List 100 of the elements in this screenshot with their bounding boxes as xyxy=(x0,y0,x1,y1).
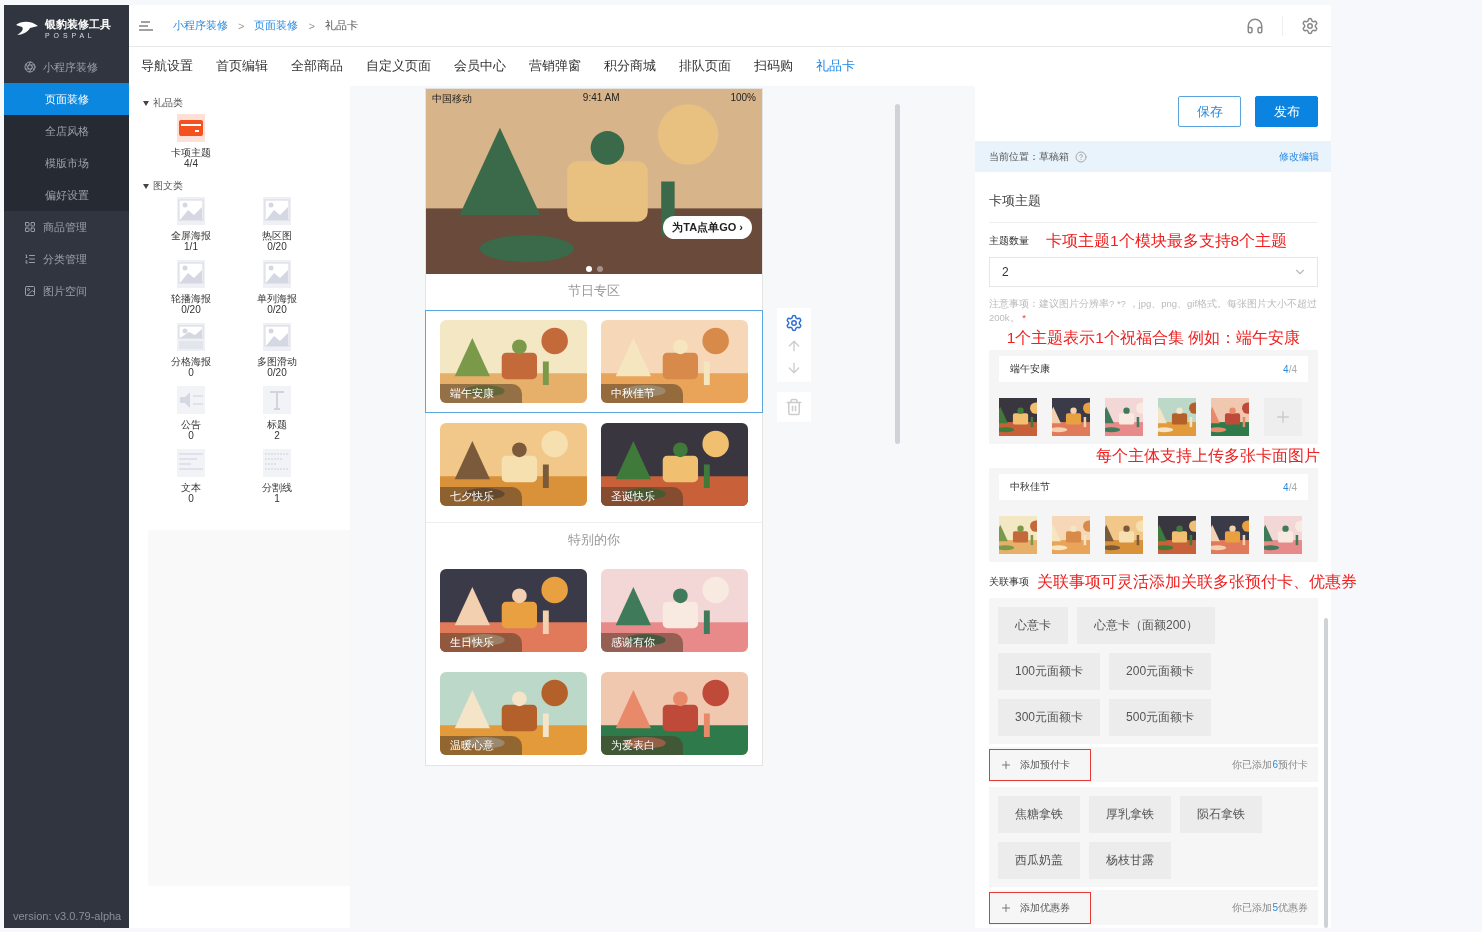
component-label[interactable]: 分割线 xyxy=(262,482,292,493)
component-label[interactable]: 全屏海报 xyxy=(171,230,211,241)
nav-tab[interactable]: 全部商品 xyxy=(291,58,343,75)
sidebar-subitem[interactable]: 模版市场 xyxy=(4,147,129,179)
breadcrumb-link[interactable]: 小程序装修 xyxy=(173,18,228,33)
breadcrumb-separator: > xyxy=(308,19,315,32)
linked-item-tag[interactable]: 100元面额卡 xyxy=(998,653,1101,690)
component-label[interactable]: 多图滑动 xyxy=(257,356,297,367)
linked-item-tag[interactable]: 200元面额卡 xyxy=(1109,653,1212,690)
nav-tab[interactable]: 排队页面 xyxy=(679,58,731,75)
card-row[interactable]: 温暖心意 为爱表白 xyxy=(425,662,763,765)
gift-card[interactable]: 七夕快乐 xyxy=(440,423,587,506)
theme-count-select[interactable]: 2 xyxy=(989,257,1318,287)
move-up-icon[interactable] xyxy=(786,338,802,354)
linked-item-tag[interactable]: 焦糖拿铁 xyxy=(998,796,1080,833)
gift-card[interactable]: 端午安康 xyxy=(440,320,587,403)
annotation-text: 每个主体支持上传多张卡面图片 xyxy=(1096,446,1320,466)
nav-tab[interactable]: 积分商城 xyxy=(604,58,656,75)
card-label: 七夕快乐 xyxy=(440,487,522,506)
component-label[interactable]: 热区图 xyxy=(262,230,292,241)
carousel-dot[interactable] xyxy=(596,266,603,272)
group-title: 礼品类 xyxy=(153,96,183,110)
theme-name-field[interactable]: 中秋佳节 4/4 xyxy=(999,474,1308,500)
caret-icon[interactable] xyxy=(143,183,149,189)
component-label[interactable]: 单列海报 xyxy=(257,293,297,304)
gift-card[interactable]: 中秋佳节 xyxy=(601,320,748,403)
gift-card[interactable]: 感谢有你 xyxy=(601,569,748,652)
carousel-dot[interactable] xyxy=(585,266,592,272)
image-icon xyxy=(263,197,291,225)
component-label[interactable]: 文本 xyxy=(181,482,201,493)
card-row[interactable]: 端午安康 中秋佳节 xyxy=(425,310,763,413)
sidebar-item[interactable]: 商品管理 xyxy=(4,211,129,243)
order-button[interactable]: 为TA点单GO › xyxy=(663,216,752,239)
card-row[interactable]: 生日快乐 感谢有你 xyxy=(425,559,763,662)
component-label[interactable]: 卡项主题 xyxy=(171,147,211,158)
component-label[interactable]: 分格海报 xyxy=(171,356,211,367)
linked-item-tag[interactable]: 500元面额卡 xyxy=(1109,699,1212,736)
sidebar-subitem[interactable]: 页面装修 xyxy=(4,83,129,115)
lines-icon xyxy=(263,449,291,477)
publish-button[interactable]: 发布 xyxy=(1255,96,1318,127)
card-label: 感谢有你 xyxy=(601,633,683,652)
card-icon xyxy=(177,114,205,142)
image-icon xyxy=(177,260,205,288)
component-count: 2 xyxy=(274,430,280,441)
linked-item-tag[interactable]: 厚乳拿铁 xyxy=(1089,796,1171,833)
sidebar-item[interactable]: 分类管理 xyxy=(4,243,129,275)
add-button[interactable]: 添加预付卡 xyxy=(989,748,1091,781)
sidebar-item[interactable]: 小程序装修 xyxy=(4,51,129,83)
panel-title: 卡项主题 xyxy=(989,172,1318,223)
save-button[interactable]: 保存 xyxy=(1178,96,1241,127)
sidebar-subitem[interactable]: 偏好设置 xyxy=(4,179,129,211)
linked-item-tag[interactable]: 杨枝甘露 xyxy=(1089,842,1171,879)
grid-icon xyxy=(24,221,36,233)
caret-icon[interactable] xyxy=(143,100,149,106)
component-label[interactable]: 公告 xyxy=(181,419,201,430)
letter-icon xyxy=(263,386,291,414)
nav-tab[interactable]: 导航设置 xyxy=(141,58,193,75)
gift-card[interactable]: 为爱表白 xyxy=(601,672,748,755)
card-label: 生日快乐 xyxy=(440,633,522,652)
plus-icon xyxy=(1274,408,1292,426)
nav-tab[interactable]: 自定义页面 xyxy=(366,58,431,75)
nav-tab[interactable]: 会员中心 xyxy=(454,58,506,75)
time-label: 9:41 AM xyxy=(582,92,620,105)
add-button[interactable]: 添加优惠券 xyxy=(989,891,1091,924)
nav-tab[interactable]: 礼品卡 xyxy=(816,58,855,75)
breadcrumb-link[interactable]: 页面装修 xyxy=(254,18,299,33)
nav-tab[interactable]: 首页编辑 xyxy=(216,58,268,75)
linked-item-tag[interactable]: 300元面额卡 xyxy=(998,699,1101,736)
logo-icon xyxy=(14,20,40,36)
annotation-text: 1个主题表示1个祝福合集 例如：端午安康 xyxy=(1006,328,1301,348)
help-icon[interactable] xyxy=(1075,150,1087,163)
support-icon[interactable] xyxy=(1246,16,1264,35)
settings-icon[interactable] xyxy=(1301,16,1319,35)
list-icon xyxy=(24,253,36,265)
component-count: 0 xyxy=(188,430,194,441)
card-row[interactable]: 七夕快乐 圣诞快乐 xyxy=(425,413,763,516)
sidebar-subitem[interactable]: 全店风格 xyxy=(4,115,129,147)
gift-card[interactable]: 温暖心意 xyxy=(440,672,587,755)
move-down-icon[interactable] xyxy=(786,360,802,376)
nav-tab[interactable]: 扫码购 xyxy=(754,58,793,75)
speaker-icon xyxy=(177,386,205,414)
component-label[interactable]: 轮播海报 xyxy=(171,293,211,304)
card-label: 中秋佳节 xyxy=(601,384,683,403)
gift-card[interactable]: 生日快乐 xyxy=(440,569,587,652)
delete-icon[interactable] xyxy=(785,398,803,416)
settings-icon[interactable] xyxy=(785,314,803,332)
component-count: 4/4 xyxy=(184,158,198,169)
linked-item-tag[interactable]: 陨石拿铁 xyxy=(1180,796,1262,833)
image-icon xyxy=(263,260,291,288)
plus-icon xyxy=(1000,758,1012,771)
component-label[interactable]: 标题 xyxy=(267,419,287,430)
plus-icon xyxy=(1000,901,1012,914)
linked-item-tag[interactable]: 心意卡 xyxy=(998,607,1068,644)
sidebar-item[interactable]: 图片空间 xyxy=(4,275,129,307)
gift-card[interactable]: 圣诞快乐 xyxy=(601,423,748,506)
theme-name-field[interactable]: 端午安康 4/4 xyxy=(999,356,1308,382)
menu-icon[interactable] xyxy=(139,20,153,31)
linked-item-tag[interactable]: 心意卡（面额200） xyxy=(1077,607,1216,644)
nav-tab[interactable]: 营销弹窗 xyxy=(529,58,581,75)
linked-item-tag[interactable]: 西瓜奶盖 xyxy=(998,842,1080,879)
